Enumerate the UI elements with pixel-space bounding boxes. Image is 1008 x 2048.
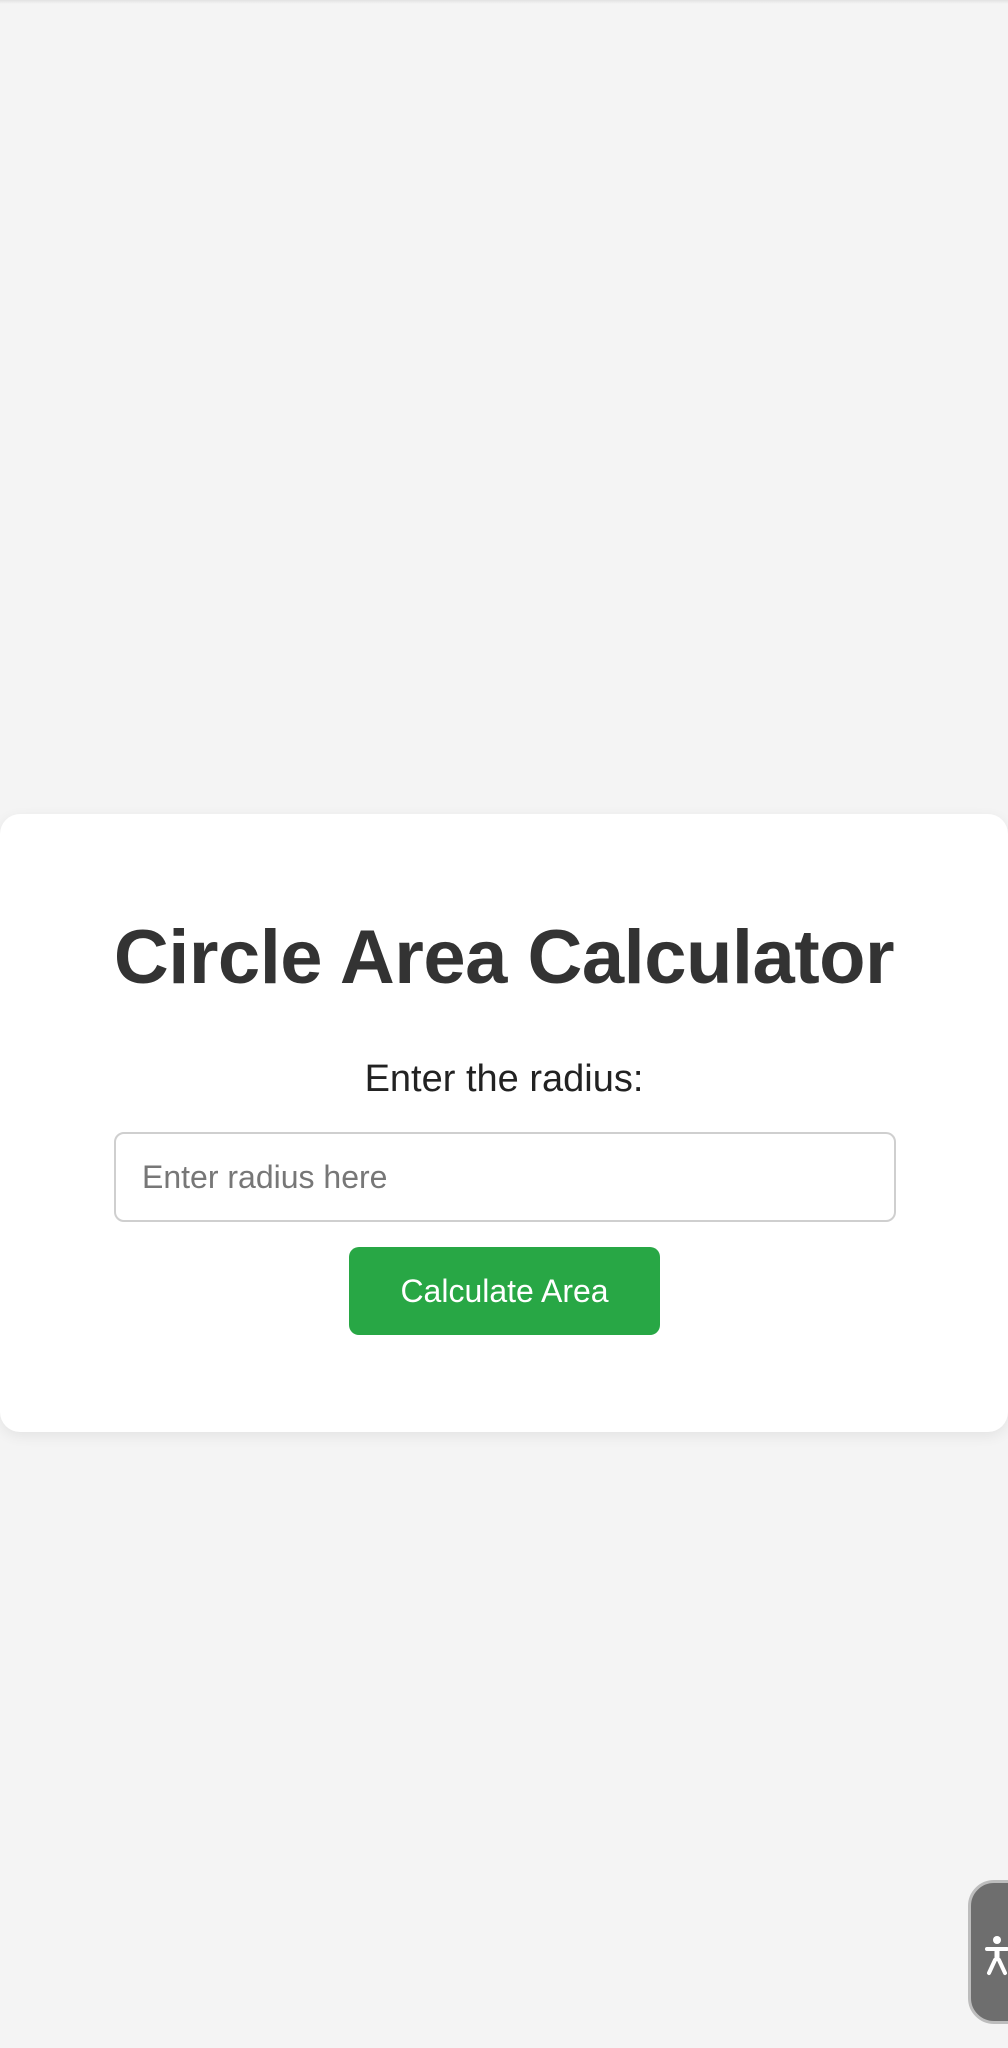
top-edge-shadow xyxy=(0,0,1008,4)
page-title: Circle Area Calculator xyxy=(113,915,895,1000)
calculator-card: Circle Area Calculator Enter the radius:… xyxy=(0,814,1008,1432)
radius-label: Enter the radius: xyxy=(364,1058,644,1100)
calculate-area-button[interactable]: Calculate Area xyxy=(349,1247,660,1335)
accessibility-person-icon xyxy=(985,1936,1008,1975)
accessibility-widget-button[interactable] xyxy=(968,1880,1008,2024)
radius-input[interactable] xyxy=(114,1132,896,1222)
